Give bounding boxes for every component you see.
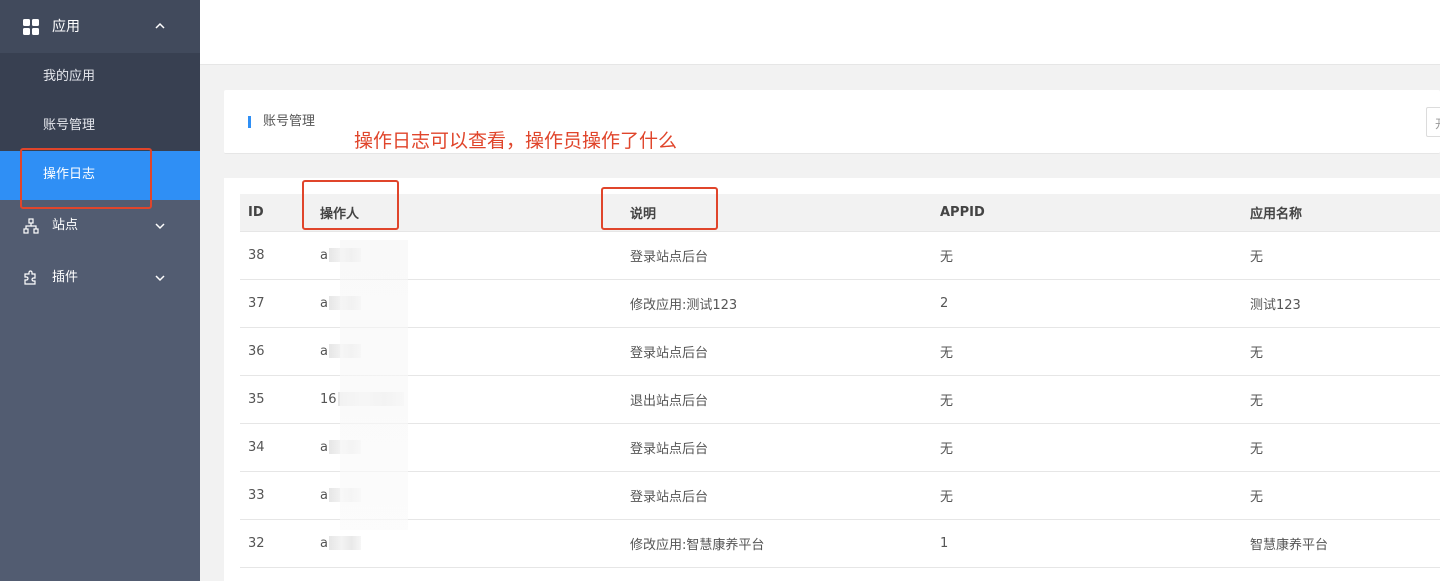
puzzle-icon (24, 270, 36, 285)
column-header-appid: APPID (932, 194, 1242, 232)
cell-operator: a (312, 519, 622, 568)
cell-description: 登录站点后台 (622, 423, 932, 472)
operator-text: a (320, 247, 328, 263)
cell-app-name: 无 (1242, 375, 1440, 424)
cell-id: 33 (240, 471, 312, 520)
redacted-block (328, 248, 361, 262)
cell-description: 修改应用:智慧康养平台 (622, 519, 932, 568)
cell-operator: a (312, 279, 622, 328)
cell-id: 35 (240, 375, 312, 424)
section-title-accent (248, 116, 251, 128)
cell-appid: 无 (932, 231, 1242, 280)
redacted-block (328, 440, 361, 454)
operator-text: a (320, 535, 328, 551)
chevron-down-icon (155, 275, 165, 282)
cell-app-name: 无 (1242, 231, 1440, 280)
cell-id: 32 (240, 519, 312, 568)
chevron-down-icon (155, 223, 165, 230)
sidebar-item-account-management[interactable]: 账号管理 (0, 102, 200, 151)
cell-operator: a (312, 423, 622, 472)
table-row: 37 a 修改应用:测试123 2 测试123 (240, 279, 1440, 328)
cell-appid: 无 (932, 423, 1242, 472)
operation-log-table-card: ID 操作人 说明 APPID 应用名称 38 a 登录站点后台 无 无 37 … (224, 178, 1440, 581)
sidebar-menu-apps[interactable]: 应用 (0, 0, 200, 53)
cell-description: 登录站点后台 (622, 471, 932, 520)
cell-appid: 无 (932, 471, 1242, 520)
annotation-box-description-header (601, 187, 718, 230)
cell-app-name: 测试123 (1242, 279, 1440, 328)
column-header-app-name: 应用名称 (1242, 194, 1440, 232)
cell-app-name: 智慧康养平台 (1242, 519, 1440, 568)
redacted-block (328, 488, 361, 502)
redacted-block (337, 392, 404, 406)
redacted-block (328, 536, 361, 550)
section-title: 账号管理 (263, 114, 316, 129)
table-row: 36 a 登录站点后台 无 无 (240, 327, 1440, 376)
sidebar-menu-apps-label: 应用 (52, 19, 80, 35)
table-row: 35 16 退出站点后台 无 无 (240, 375, 1440, 424)
cell-id: 34 (240, 423, 312, 472)
apps-grid-icon (23, 19, 39, 35)
table-row: 32 a 修改应用:智慧康养平台 1 智慧康养平台 (240, 519, 1440, 568)
table-row: 38 a 登录站点后台 无 无 (240, 231, 1440, 280)
top-bar (200, 0, 1440, 65)
redacted-block (328, 344, 361, 358)
sidebar-item-label: 站点 (52, 218, 79, 233)
cell-operator: a (312, 327, 622, 376)
cell-description: 登录站点后台 (622, 231, 932, 280)
table-row: 33 a 登录站点后台 无 无 (240, 471, 1440, 520)
annotation-box-operation-log (20, 148, 152, 209)
cell-id: 38 (240, 231, 312, 280)
redacted-block (328, 296, 361, 310)
operator-text: a (320, 487, 328, 503)
chevron-up-icon (155, 22, 165, 29)
header-right-control[interactable]: 开 (1426, 107, 1440, 137)
cell-description: 登录站点后台 (622, 327, 932, 376)
sidebar-item-label: 我的应用 (43, 69, 96, 84)
cell-app-name: 无 (1242, 423, 1440, 472)
cell-app-name: 无 (1242, 471, 1440, 520)
cell-description: 退出站点后台 (622, 375, 932, 424)
cell-appid: 无 (932, 375, 1242, 424)
cell-app-name: 无 (1242, 327, 1440, 376)
operation-log-table: ID 操作人 说明 APPID 应用名称 38 a 登录站点后台 无 无 37 … (240, 194, 1440, 568)
sidebar-item-label: 插件 (52, 270, 79, 285)
sidebar-item-label: 账号管理 (43, 118, 96, 133)
cell-appid: 无 (932, 327, 1242, 376)
operator-text: 16 (320, 391, 337, 407)
sitemap-icon (23, 218, 39, 234)
cell-operator: 16 (312, 375, 622, 424)
cell-appid: 1 (932, 519, 1242, 568)
cell-operator: a (312, 231, 622, 280)
annotation-text: 操作日志可以查看，操作员操作了什么 (354, 130, 678, 152)
table-header-row: ID 操作人 说明 APPID 应用名称 (240, 194, 1440, 232)
sidebar-item-plugins[interactable]: 插件 (0, 252, 200, 304)
operator-text: a (320, 295, 328, 311)
sidebar: 应用 我的应用 账号管理 操作日志 站点 插件 (0, 0, 200, 581)
cell-operator: a (312, 471, 622, 520)
cell-id: 36 (240, 327, 312, 376)
cell-appid: 2 (932, 279, 1242, 328)
annotation-box-operator-header (302, 180, 399, 230)
cell-id: 37 (240, 279, 312, 328)
sidebar-item-my-apps[interactable]: 我的应用 (0, 53, 200, 102)
cell-description: 修改应用:测试123 (622, 279, 932, 328)
header-right-control-text: 开 (1435, 117, 1440, 131)
operator-text: a (320, 439, 328, 455)
operator-text: a (320, 343, 328, 359)
table-row: 34 a 登录站点后台 无 无 (240, 423, 1440, 472)
